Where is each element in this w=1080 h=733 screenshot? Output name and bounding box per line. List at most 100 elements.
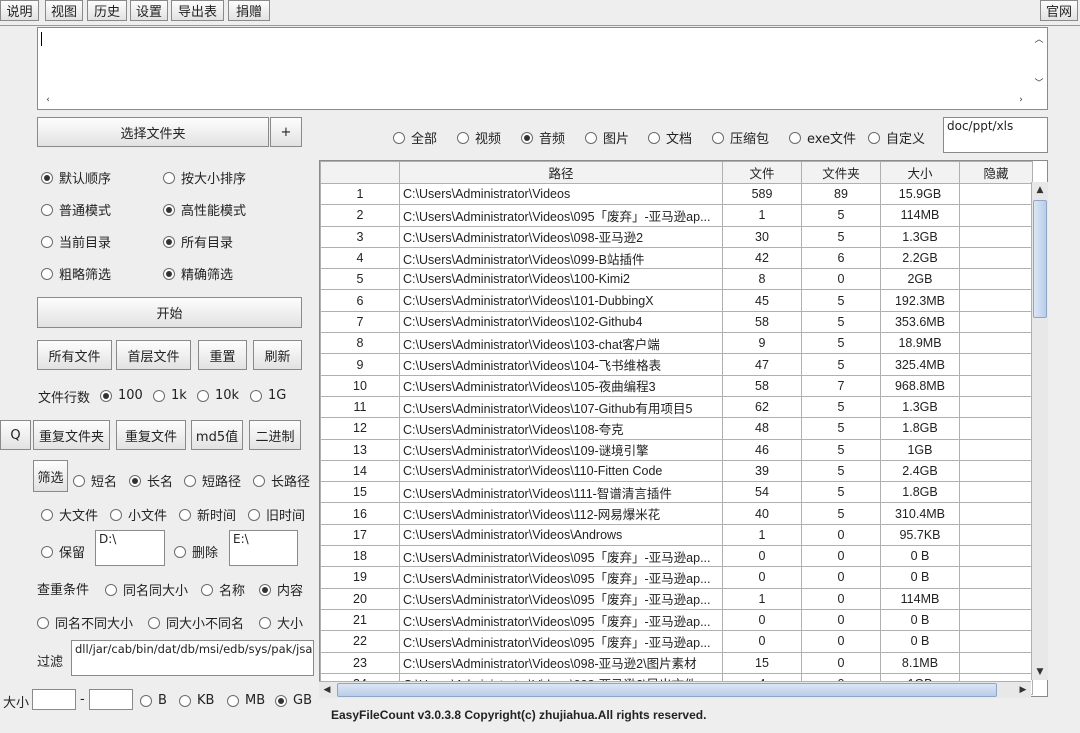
scroll-down-icon[interactable]: ▼ xyxy=(1032,664,1048,680)
table-row[interactable]: 15 C:\Users\Administrator\Videos\111-智谱清言… xyxy=(320,481,1033,504)
table-row[interactable]: 23 C:\Users\Administrator\Videos\098-亚马逊2… xyxy=(320,651,1033,674)
select-folder-button[interactable]: 选择文件夹 xyxy=(37,117,269,147)
scroll-up-icon[interactable]: ︿ xyxy=(1031,30,1047,46)
table-row[interactable]: 14 C:\Users\Administrator\Videos\110-Fitt… xyxy=(320,459,1033,483)
menu-donate[interactable]: 捐赠 xyxy=(228,0,270,21)
table-row[interactable]: 5 C:\Users\Administrator\Videos\100-Kimi2… xyxy=(320,268,1033,291)
same-name-size-radio[interactable]: 同名同大小 xyxy=(105,580,188,599)
menu-export[interactable]: 导出表 xyxy=(171,0,224,21)
duplicate-files-button[interactable]: 重复文件 xyxy=(116,420,186,450)
column-header[interactable]: 大小 xyxy=(880,161,960,184)
name-radio[interactable]: 名称 xyxy=(201,580,245,599)
delete-radio[interactable]: 删除 xyxy=(174,542,218,561)
exclude-extensions-input[interactable]: dll/jar/cab/bin/dat/db/msi/edb/sys/pak/j… xyxy=(71,640,314,676)
table-horizontal-scrollbar[interactable]: ◀ ▶ xyxy=(319,681,1031,698)
scroll-right-icon[interactable]: › xyxy=(1013,92,1029,108)
scroll-down-icon[interactable]: ﹀ xyxy=(1031,74,1047,90)
filter-doc-radio[interactable]: 文档 xyxy=(648,128,692,147)
column-header[interactable]: 隐藏 xyxy=(959,161,1033,184)
unit-kb-radio[interactable]: KB xyxy=(179,693,214,708)
start-button[interactable]: 开始 xyxy=(37,297,302,328)
same-size-diff-name-radio[interactable]: 同大小不同名 xyxy=(148,613,244,632)
table-row[interactable]: 10 C:\Users\Administrator\Videos\105-夜曲编程… xyxy=(320,374,1033,397)
default-order-radio[interactable]: 默认顺序 xyxy=(41,168,111,187)
table-row[interactable]: 12 C:\Users\Administrator\Videos\108-夸克 48… xyxy=(320,417,1033,440)
menu-settings[interactable]: 设置 xyxy=(130,0,168,21)
table-row[interactable]: 16 C:\Users\Administrator\Videos\112-网易爆米… xyxy=(320,502,1033,525)
all-dirs-radio[interactable]: 所有目录 xyxy=(163,232,233,251)
same-name-diff-size-radio[interactable]: 同名不同大小 xyxy=(37,613,133,632)
menu-history[interactable]: 历史 xyxy=(87,0,127,21)
column-header[interactable] xyxy=(320,161,400,184)
table-row[interactable]: 20 C:\Users\Administrator\Videos\095「废弃」-… xyxy=(320,587,1033,610)
keep-path-input[interactable]: D:\ xyxy=(95,530,165,566)
all-files-button[interactable]: 所有文件 xyxy=(37,340,112,370)
size-order-radio[interactable]: 按大小排序 xyxy=(163,168,246,187)
long-name-radio[interactable]: 长名 xyxy=(129,471,173,490)
column-header[interactable]: 文件 xyxy=(722,161,802,184)
table-row[interactable]: 9 C:\Users\Administrator\Videos\104-飞书维格表… xyxy=(320,353,1033,376)
table-row[interactable]: 3 C:\Users\Administrator\Videos\098-亚马逊2 3… xyxy=(320,225,1033,248)
column-header[interactable]: 路径 xyxy=(399,161,723,184)
rough-filter-radio[interactable]: 粗略筛选 xyxy=(41,264,111,283)
long-path-radio[interactable]: 长路径 xyxy=(253,471,310,490)
scroll-up-icon[interactable]: ▲ xyxy=(1032,182,1048,198)
scroll-thumb[interactable] xyxy=(337,683,997,697)
query-button[interactable]: Q xyxy=(0,420,31,450)
filter-video-radio[interactable]: 视频 xyxy=(457,128,501,147)
table-row[interactable]: 8 C:\Users\Administrator\Videos\103-chat客… xyxy=(320,332,1033,355)
size-radio[interactable]: 大小 xyxy=(259,613,303,632)
rows-10k-radio[interactable]: 10k xyxy=(197,388,239,403)
table-row[interactable]: 17 C:\Users\Administrator\Videos\Androws 1… xyxy=(320,523,1033,547)
new-time-radio[interactable]: 新时间 xyxy=(179,505,236,524)
short-path-radio[interactable]: 短路径 xyxy=(184,471,241,490)
keep-radio[interactable]: 保留 xyxy=(41,542,85,561)
column-header[interactable]: 文件夹 xyxy=(801,161,881,184)
big-file-radio[interactable]: 大文件 xyxy=(41,505,98,524)
duplicate-folders-button[interactable]: 重复文件夹 xyxy=(33,420,110,450)
scroll-thumb[interactable] xyxy=(1033,200,1047,318)
table-row[interactable]: 1 C:\Users\Administrator\Videos 589 89 15.9G… xyxy=(320,182,1033,206)
filter-archive-radio[interactable]: 压缩包 xyxy=(712,128,769,147)
table-row[interactable]: 21 C:\Users\Administrator\Videos\095「废弃」-… xyxy=(320,608,1033,632)
scroll-left-icon[interactable]: ◀ xyxy=(319,682,335,698)
log-textarea[interactable]: ︿ ﹀ ‹ › xyxy=(37,27,1048,110)
table-row[interactable]: 2 C:\Users\Administrator\Videos\095「废弃」-亚… xyxy=(320,204,1033,227)
menu-official-site[interactable]: 官网 xyxy=(1040,0,1078,21)
table-vertical-scrollbar[interactable]: ▲ ▼ xyxy=(1031,182,1048,680)
small-file-radio[interactable]: 小文件 xyxy=(110,505,167,524)
table-row[interactable]: 6 C:\Users\Administrator\Videos\101-Dubbi… xyxy=(320,289,1033,312)
add-folder-button[interactable]: + xyxy=(270,117,302,147)
filter-custom-radio[interactable]: 自定义 xyxy=(868,128,925,147)
short-name-radio[interactable]: 短名 xyxy=(73,471,117,490)
table-row[interactable]: 18 C:\Users\Administrator\Videos\095「废弃」-… xyxy=(320,545,1033,568)
normal-mode-radio[interactable]: 普通模式 xyxy=(41,200,111,219)
custom-extensions-input[interactable]: doc/ppt/xls xyxy=(943,117,1048,153)
filter-all-radio[interactable]: 全部 xyxy=(393,128,437,147)
unit-mb-radio[interactable]: MB xyxy=(227,693,265,708)
table-row[interactable]: 11 C:\Users\Administrator\Videos\107-Gith… xyxy=(320,395,1033,419)
menu-help[interactable]: 说明 xyxy=(0,0,39,21)
filter-exe-radio[interactable]: exe文件 xyxy=(789,128,856,147)
table-row[interactable]: 4 C:\Users\Administrator\Videos\099-B站插件 4… xyxy=(320,246,1033,270)
old-time-radio[interactable]: 旧时间 xyxy=(248,505,305,524)
scroll-right-icon[interactable]: ▶ xyxy=(1015,682,1031,698)
size-min-input[interactable] xyxy=(32,689,76,710)
high-perf-mode-radio[interactable]: 高性能模式 xyxy=(163,200,246,219)
current-dir-radio[interactable]: 当前目录 xyxy=(41,232,111,251)
md5-button[interactable]: md5值 xyxy=(191,420,243,450)
filter-audio-radio[interactable]: 音频 xyxy=(521,128,565,147)
table-row[interactable]: 7 C:\Users\Administrator\Videos\102-Githu… xyxy=(320,310,1033,334)
size-max-input[interactable] xyxy=(89,689,133,710)
unit-gb-radio[interactable]: GB xyxy=(275,693,312,708)
content-radio[interactable]: 内容 xyxy=(259,580,303,599)
refresh-button[interactable]: 刷新 xyxy=(253,340,302,370)
rows-100-radio[interactable]: 100 xyxy=(100,388,143,403)
rows-1g-radio[interactable]: 1G xyxy=(250,388,286,403)
menu-view[interactable]: 视图 xyxy=(45,0,83,21)
delete-path-input[interactable]: E:\ xyxy=(229,530,298,566)
reset-button[interactable]: 重置 xyxy=(198,340,247,370)
top-files-button[interactable]: 首层文件 xyxy=(116,340,191,370)
table-row[interactable]: 19 C:\Users\Administrator\Videos\095「废弃」-… xyxy=(320,566,1033,589)
scroll-left-icon[interactable]: ‹ xyxy=(40,92,56,108)
